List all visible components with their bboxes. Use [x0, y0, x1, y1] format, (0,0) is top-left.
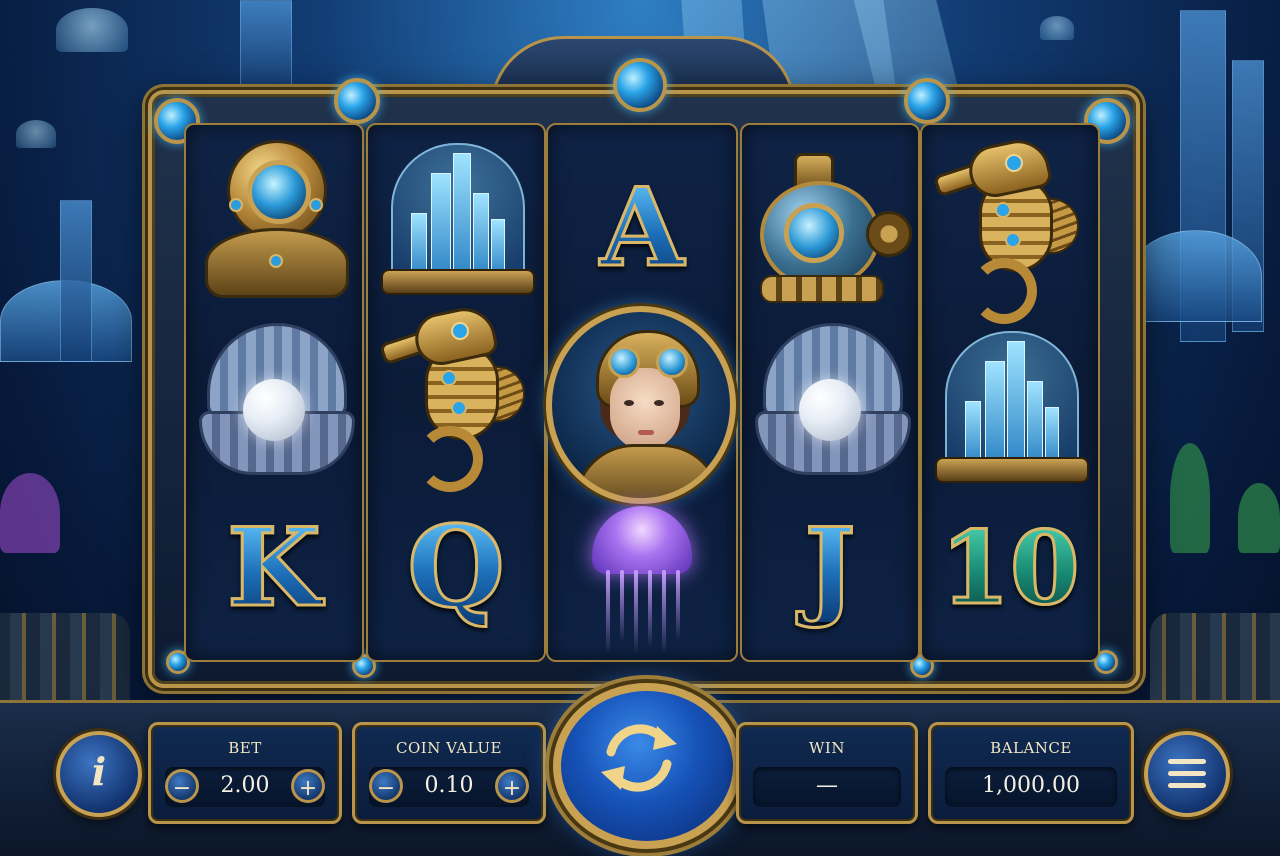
info-icon: i — [91, 749, 107, 794]
jellyfish-bg-icon — [1040, 16, 1074, 40]
coin-value-control: COIN VALUE 0.10 − + — [352, 722, 546, 824]
win-label: WIN — [809, 739, 845, 757]
symbol-diving-helmet — [189, 131, 359, 301]
coin-value-increase-button[interactable]: + — [495, 769, 529, 803]
reel-2: Q — [366, 123, 546, 662]
symbol-seahorse — [371, 302, 541, 492]
symbol-seahorse — [925, 134, 1095, 324]
submarine-icon — [750, 147, 912, 317]
reel-3: A — [546, 123, 738, 662]
letter-a: A — [599, 165, 686, 291]
symbol-city-dome — [925, 321, 1095, 491]
balance-display: BALANCE 1,000.00 — [928, 722, 1134, 824]
jellyfish-bg-icon — [16, 120, 56, 148]
frame-gem-icon — [613, 58, 667, 112]
bet-decrease-button[interactable]: − — [165, 769, 199, 803]
symbol-submarine — [745, 147, 915, 317]
letter-q: Q — [406, 502, 507, 633]
hamburger-menu-icon — [1168, 759, 1206, 789]
pearl-clam-icon — [199, 315, 355, 485]
city-dome-icon — [381, 133, 535, 303]
bet-control: BET 2.00 − + — [148, 722, 342, 824]
jellyfish-icon — [572, 500, 712, 660]
symbol-10: 10 — [925, 483, 1095, 653]
symbol-k: K — [189, 483, 359, 653]
symbol-jellyfish — [557, 495, 727, 665]
symbol-a: A — [557, 143, 727, 313]
symbol-city-dome — [371, 133, 541, 303]
city-dome-icon — [935, 321, 1089, 491]
letter-10: 10 — [939, 509, 1081, 627]
win-value: — — [816, 773, 838, 798]
coin-value-decrease-button[interactable]: − — [369, 769, 403, 803]
win-display: WIN — — [736, 722, 918, 824]
bet-increase-button[interactable]: + — [291, 769, 325, 803]
info-button[interactable]: i — [56, 731, 142, 817]
frame-gem-icon — [334, 78, 380, 124]
reel-1: K — [184, 123, 364, 662]
balance-label: BALANCE — [990, 739, 1072, 757]
balance-value-field: 1,000.00 — [945, 767, 1117, 807]
bet-label: BET — [228, 739, 262, 757]
seahorse-icon — [378, 300, 531, 492]
reel-4: J — [740, 123, 920, 662]
win-value-field: — — [753, 767, 901, 807]
refresh-arrows-icon — [601, 724, 677, 792]
reel-5: 10 — [920, 123, 1100, 662]
jellyfish-bg-icon — [56, 8, 128, 52]
symbol-diver-woman — [546, 306, 736, 504]
symbol-pearl-clam — [745, 315, 915, 485]
symbol-pearl-clam — [189, 315, 359, 485]
balance-value: 1,000.00 — [982, 773, 1080, 798]
diving-helmet-icon — [199, 136, 349, 298]
letter-j: J — [803, 505, 857, 631]
spin-button[interactable] — [553, 683, 741, 849]
frame-gem-icon — [904, 78, 950, 124]
diver-woman-icon — [546, 306, 736, 504]
menu-button[interactable] — [1144, 731, 1230, 817]
pearl-clam-icon — [755, 315, 911, 485]
symbol-q: Q — [371, 483, 541, 653]
coin-value-label: COIN VALUE — [396, 739, 502, 757]
seahorse-icon — [932, 132, 1085, 324]
symbol-j: J — [745, 483, 915, 653]
letter-k: K — [226, 505, 323, 631]
